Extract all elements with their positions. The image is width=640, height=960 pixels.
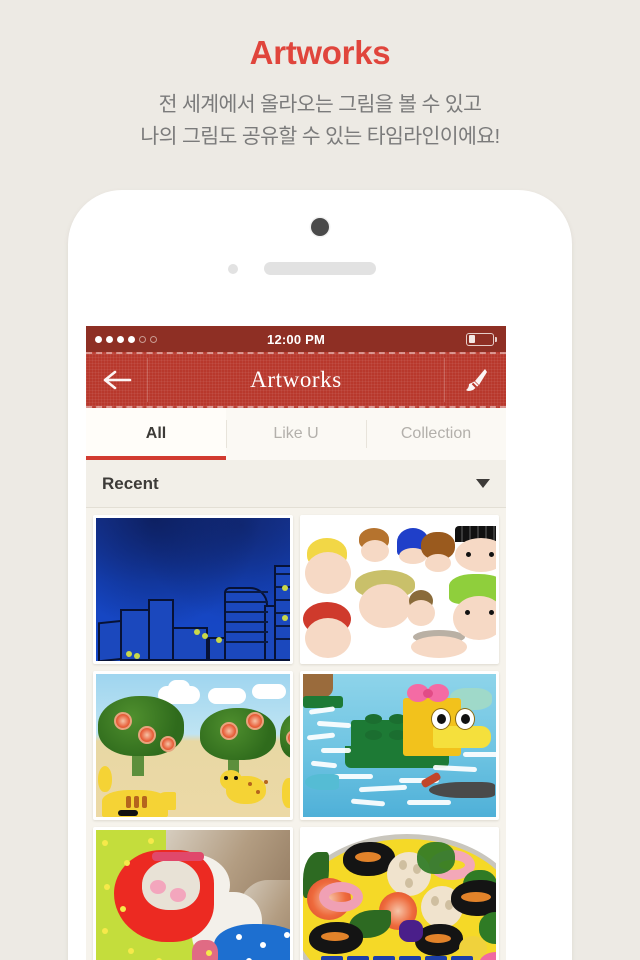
- back-button[interactable]: [86, 354, 148, 406]
- artwork-thumbnail-2: [302, 518, 496, 661]
- promo-subtitle-line-2: 나의 그림도 공유할 수 있는 타임라인이에요!: [140, 125, 500, 149]
- artwork-thumbnail-6: [302, 830, 496, 960]
- artwork-card[interactable]: [93, 515, 293, 664]
- chevron-down-icon: [476, 479, 490, 488]
- tab-collection-label: Collection: [400, 425, 472, 442]
- artwork-thumbnail-1: [96, 518, 290, 661]
- earpiece-speaker-icon: [264, 262, 376, 275]
- nav-title: Artworks: [250, 367, 342, 392]
- status-bar: 12:00 PM: [86, 326, 506, 352]
- tab-collection[interactable]: Collection: [366, 408, 506, 460]
- artwork-grid: [86, 508, 506, 960]
- tab-all-label: All: [145, 425, 167, 442]
- compose-artwork-button[interactable]: [444, 354, 506, 406]
- promo-subtitle-line-1: 전 세계에서 올라오는 그림을 볼 수 있고: [158, 93, 482, 117]
- artwork-thumbnail-4: [302, 674, 496, 817]
- artwork-card[interactable]: [299, 515, 499, 664]
- tab-like-u[interactable]: Like U: [226, 408, 366, 460]
- page-title: Artworks: [249, 34, 391, 71]
- artwork-card[interactable]: [93, 827, 293, 960]
- front-camera-icon: [311, 218, 329, 236]
- status-bar-clock: 12:00 PM: [267, 331, 325, 347]
- sort-dropdown[interactable]: Recent: [86, 460, 506, 508]
- tab-like-u-label: Like U: [273, 425, 319, 442]
- promo-subtitle: 전 세계에서 올라오는 그림을 볼 수 있고 나의 그림도 공유할 수 있는 타…: [0, 71, 640, 153]
- phone-screen: 12:00 PM Artworks All Like U Collection …: [86, 326, 506, 960]
- tab-all[interactable]: All: [86, 408, 226, 460]
- artwork-card[interactable]: [299, 671, 499, 820]
- paintbrush-icon: [466, 369, 487, 391]
- promo-header: Artworks 전 세계에서 올라오는 그림을 볼 수 있고 나의 그림도 공…: [0, 0, 640, 153]
- navigation-bar: Artworks: [86, 352, 506, 408]
- artwork-card[interactable]: [299, 827, 499, 960]
- phone-mockup: 12:00 PM Artworks All Like U Collection …: [68, 190, 572, 960]
- back-arrow-icon: [103, 370, 132, 390]
- artwork-thumbnail-5: [96, 830, 290, 960]
- proximity-sensor-icon: [228, 264, 238, 274]
- sort-label: Recent: [102, 473, 159, 493]
- artwork-thumbnail-3: [96, 674, 290, 817]
- page-root: Artworks 전 세계에서 올라오는 그림을 볼 수 있고 나의 그림도 공…: [0, 0, 640, 960]
- tab-bar: All Like U Collection: [86, 408, 506, 460]
- artwork-card[interactable]: [93, 671, 293, 820]
